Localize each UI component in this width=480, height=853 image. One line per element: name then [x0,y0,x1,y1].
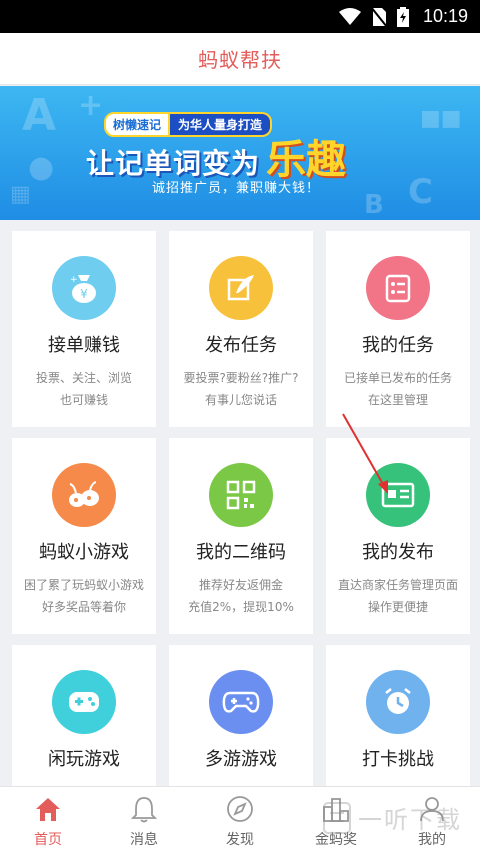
banner-tag: 树懒速记 为华人量身打造 [104,112,273,137]
nav-label: 消息 [130,832,158,848]
nav-item-messages[interactable]: 消息 [96,787,192,853]
card-desc: 要投票?要粉丝?推广? [183,371,299,385]
qr-code-icon [226,480,256,510]
card-desc: 投票、关注、浏览 [35,371,132,385]
card-title: 多游游戏 [205,749,277,770]
card-icon-bg [52,670,116,734]
banner-subtext: 诚招推广员，兼职赚大钱！ [152,181,321,196]
checklist-icon [385,274,411,303]
nav-item-discover[interactable]: 发现 [192,787,288,853]
card-title: 我的二维码 [196,542,286,563]
card-icon-bg: ¥ + [52,256,116,320]
card-desc: 已接单已发布的任务 [343,371,452,385]
home-icon [36,798,60,821]
card-publish-task[interactable]: 发布任务 要投票?要粉丝?推广? 有事儿您说话 [169,231,313,427]
banner-decoration: ▦ [10,182,31,207]
card-desc: 有事儿您说话 [204,393,277,407]
card-desc: 充值2%，提现10% [188,600,294,614]
banner-decoration: C [408,172,433,212]
nav-label: 首页 [34,832,62,848]
card-title: 闲玩游戏 [48,749,120,770]
quill-edit-icon [227,275,254,301]
compass-icon [227,796,253,822]
publish-card-icon [381,482,415,508]
banner-decoration: A [22,90,57,141]
card-my-tasks[interactable]: 我的任务 已接单已发布的任务 在这里管理 [326,231,470,427]
card-title: 接单赚钱 [48,335,120,356]
alarm-clock-icon [385,688,411,714]
card-icon-bg [209,463,273,527]
no-sim-icon [370,6,387,27]
card-desc: 好多奖品等着你 [41,600,126,614]
battery-charging-icon [396,6,409,27]
banner-decoration: ■■ [420,106,462,131]
card-icon-bg [366,463,430,527]
status-bar: 10:19 [0,0,480,33]
card-desc: 直达商家任务管理页面 [337,578,458,592]
card-desc: 推荐好友返佣金 [198,578,283,592]
card-title: 我的任务 [362,335,434,356]
card-icon-bg [52,463,116,527]
ant-icon [69,481,99,507]
banner-headline-row: 让记单词变为 乐趣 [86,138,346,182]
card-title: 我的发布 [362,542,434,563]
card-checkin-challenge[interactable]: 打卡挑战 [326,645,470,786]
status-time: 10:19 [422,6,468,26]
card-icon-bg [209,256,273,320]
status-icons: 10:19 [338,0,468,33]
app-header: 蚂蚁帮扶 [0,33,480,85]
gamepad-icon [69,692,99,712]
card-title: 发布任务 [205,335,277,356]
watermark-logo-icon [323,801,351,834]
card-my-qrcode[interactable]: 我的二维码 推荐好友返佣金 充值2%，提现10% [169,438,313,634]
card-desc: 困了累了玩蚂蚁小游戏 [23,578,144,592]
card-desc: 操作更便捷 [367,600,428,614]
card-title: 打卡挑战 [362,749,434,770]
card-icon-bg [366,670,430,734]
card-title: 蚂蚁小游戏 [39,542,129,563]
svg-text:¥: ¥ [80,287,88,301]
banner-headline: 让记单词变为 [86,147,261,180]
card-my-publish[interactable]: 我的发布 直达商家任务管理页面 操作更便捷 [326,438,470,634]
card-icon-bg [209,670,273,734]
card-duoyou-games[interactable]: 多游游戏 [169,645,313,786]
money-bag-icon: ¥+ [70,275,96,303]
promo-banner[interactable]: A + ● C B ■■ ▦ 树懒速记 为华人量身打造 让记单词变为 乐趣 诚招… [0,86,480,220]
banner-decoration: B [364,190,384,220]
banner-decoration: ● [28,150,55,185]
banner-decoration: + [78,88,104,123]
watermark: 一听下载 [322,800,462,835]
watermark-text: 一听下载 [358,806,462,834]
banner-highlight: 乐趣 [266,137,347,183]
card-take-orders[interactable]: ¥ + 接单赚钱 投票、关注、浏览 也可赚钱 [12,231,156,427]
banner-brand: 树懒速记 [104,112,171,137]
nav-label: 发现 [226,832,254,848]
banner-slogan: 为华人量身打造 [170,112,273,137]
page-title: 蚂蚁帮扶 [198,48,282,72]
card-desc: 也可赚钱 [59,393,108,407]
svg-text:+: + [70,275,78,285]
controller-icon [222,691,260,713]
card-ant-minigame[interactable]: 蚂蚁小游戏 困了累了玩蚂蚁小游戏 好多奖品等着你 [12,438,156,634]
card-xianwan-games[interactable]: 闲玩游戏 [12,645,156,786]
card-icon-bg [366,256,430,320]
wifi-icon [338,7,361,25]
card-desc: 在这里管理 [367,393,428,407]
bell-icon [130,797,158,823]
nav-item-home[interactable]: 首页 [0,787,96,853]
